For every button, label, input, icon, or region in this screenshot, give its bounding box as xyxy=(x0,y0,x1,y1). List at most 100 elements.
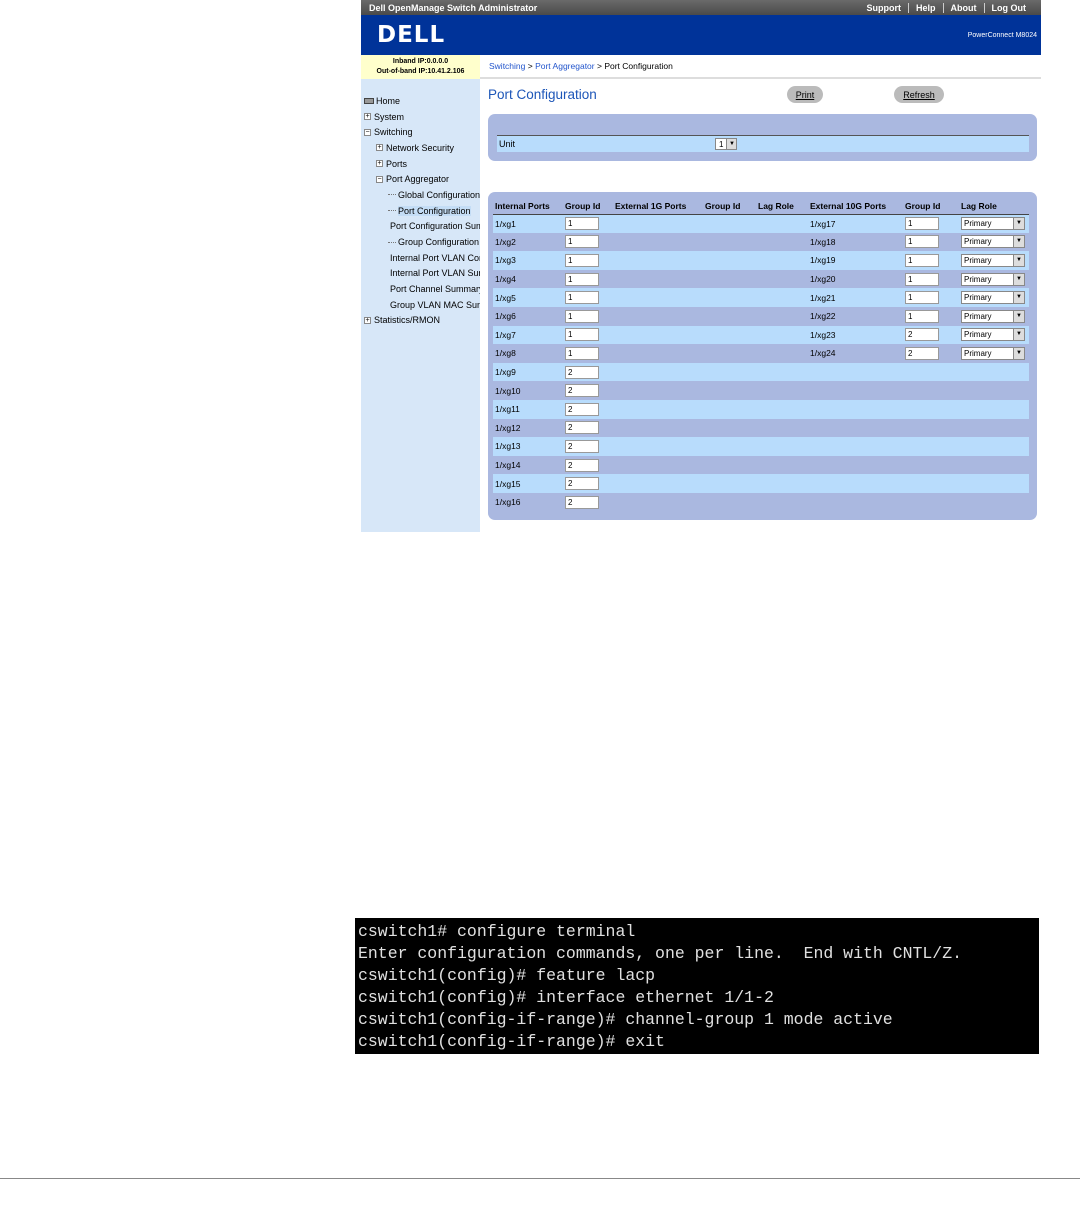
expand-icon[interactable]: + xyxy=(376,160,383,168)
group-id-input[interactable]: 2 xyxy=(565,458,599,472)
empty-cell xyxy=(613,399,703,419)
group-id-input[interactable]: 1 xyxy=(565,253,599,267)
unit-select[interactable]: 1 ▼ xyxy=(715,138,738,150)
group-id-input[interactable]: 1 xyxy=(565,291,599,305)
refresh-button[interactable]: Refresh xyxy=(894,86,944,103)
nav-item[interactable]: Port Configuration xyxy=(361,203,480,219)
empty-cell xyxy=(903,474,959,493)
lag-role-cell: Primary ▼ xyxy=(959,251,1029,270)
nav-item[interactable]: Home xyxy=(361,93,480,109)
empty-cell xyxy=(808,362,903,382)
lag-role-select[interactable]: Primary ▼ xyxy=(961,346,1025,360)
group-id-input[interactable]: 1 xyxy=(565,217,599,231)
group-id-input[interactable]: 2 xyxy=(565,477,599,491)
group-id-input[interactable]: 1 xyxy=(565,328,599,342)
nav-item[interactable]: Port Configuration Summary xyxy=(361,219,480,235)
table-row: 1/xg11 2 xyxy=(493,399,1029,419)
empty-cell xyxy=(903,399,959,419)
group-id-input[interactable]: 1 xyxy=(565,346,599,360)
expand-icon[interactable]: + xyxy=(376,144,383,152)
tree-line-icon xyxy=(388,210,396,212)
table-row: 1/xg13 2 xyxy=(493,437,1029,456)
group-id-input[interactable]: 1 xyxy=(565,309,599,323)
unit-value: 1 xyxy=(719,139,724,149)
group-id-input[interactable]: 1 xyxy=(905,309,939,323)
lag-role-select[interactable]: Primary ▼ xyxy=(961,328,1025,342)
nav-item[interactable]: Internal Port VLAN Configuration xyxy=(361,250,480,266)
group-id-cell: 1 xyxy=(903,232,959,252)
empty-cell xyxy=(613,288,703,307)
lag-role-cell: Primary ▼ xyxy=(959,306,1029,326)
breadcrumb-switching[interactable]: Switching xyxy=(489,61,525,71)
lag-role-value: Primary xyxy=(964,348,992,358)
lag-role-cell: Primary ▼ xyxy=(959,214,1029,233)
expand-icon[interactable]: + xyxy=(364,316,371,324)
nav-item[interactable]: Group Configuration xyxy=(361,234,480,250)
group-id-cell: 2 xyxy=(563,362,613,382)
column-header: Lag Role xyxy=(959,199,1029,215)
group-id-input[interactable]: 2 xyxy=(565,384,599,398)
lag-role-select[interactable]: Primary ▼ xyxy=(961,309,1025,323)
nav-item[interactable]: + System xyxy=(361,109,480,125)
group-id-cell: 2 xyxy=(903,325,959,345)
nav-item-label: Group Configuration xyxy=(398,237,480,248)
group-id-input[interactable]: 1 xyxy=(905,253,939,267)
empty-cell xyxy=(756,214,808,233)
group-id-input[interactable]: 2 xyxy=(905,328,939,342)
lag-role-cell: Primary ▼ xyxy=(959,269,1029,289)
external-port: 1/xg23 xyxy=(808,325,903,345)
group-id-input[interactable]: 2 xyxy=(565,495,599,509)
collapse-icon[interactable]: − xyxy=(364,128,371,136)
lag-role-select[interactable]: Primary ▼ xyxy=(961,272,1025,286)
group-id-cell: 2 xyxy=(563,437,613,456)
empty-cell xyxy=(959,418,1029,438)
help-link[interactable]: Help xyxy=(907,2,943,13)
group-id-input[interactable]: 2 xyxy=(905,346,939,360)
empty-cell xyxy=(756,269,808,289)
page-title: Port Configuration xyxy=(488,87,597,102)
group-id-input[interactable]: 2 xyxy=(565,421,599,435)
ip-info: Inband IP:0.0.0.0 Out-of-band IP:10.41.2… xyxy=(361,55,480,79)
collapse-icon[interactable]: − xyxy=(376,175,383,183)
nav-item[interactable]: + Ports xyxy=(361,156,480,172)
group-id-input[interactable]: 2 xyxy=(565,365,599,379)
group-id-input[interactable]: 1 xyxy=(565,272,599,286)
group-id-input[interactable]: 1 xyxy=(905,291,939,305)
internal-port: 1/xg6 xyxy=(493,306,563,326)
empty-cell xyxy=(613,232,703,252)
logout-link[interactable]: Log Out xyxy=(983,2,1033,13)
print-button[interactable]: Print xyxy=(787,86,823,103)
about-link[interactable]: About xyxy=(942,2,984,13)
nav-item[interactable]: Internal Port VLAN Summary xyxy=(361,266,480,282)
support-link[interactable]: Support xyxy=(859,3,908,13)
lag-role-select[interactable]: Primary ▼ xyxy=(961,291,1025,305)
group-id-input[interactable]: 1 xyxy=(905,217,939,231)
empty-cell xyxy=(756,306,808,326)
empty-cell xyxy=(756,288,808,307)
nav-item[interactable]: Group VLAN MAC Summary xyxy=(361,297,480,313)
group-id-input[interactable]: 2 xyxy=(565,439,599,453)
nav-item-label: Network Security xyxy=(386,142,455,153)
nav-item[interactable]: + Statistics/RMON xyxy=(361,313,480,329)
group-id-input[interactable]: 1 xyxy=(905,272,939,286)
external-port: 1/xg22 xyxy=(808,306,903,326)
nav-item[interactable]: Port Channel Summary xyxy=(361,281,480,297)
lag-role-select[interactable]: Primary ▼ xyxy=(961,253,1025,267)
breadcrumb-port-aggregator[interactable]: Port Aggregator xyxy=(535,61,595,71)
model-name: PowerConnect M8024 xyxy=(967,31,1037,39)
empty-cell xyxy=(703,362,756,382)
external-port: 1/xg19 xyxy=(808,251,903,270)
empty-cell xyxy=(808,455,903,475)
nav-item[interactable]: − Switching xyxy=(361,124,480,140)
nav-item[interactable]: Global Configuration xyxy=(361,187,480,203)
group-id-input[interactable]: 1 xyxy=(905,235,939,249)
table-row: 1/xg9 2 xyxy=(493,362,1029,382)
nav-item[interactable]: − Port Aggregator xyxy=(361,171,480,187)
nav-item[interactable]: + Network Security xyxy=(361,140,480,156)
internal-port: 1/xg9 xyxy=(493,362,563,382)
lag-role-select[interactable]: Primary ▼ xyxy=(961,235,1025,249)
group-id-input[interactable]: 1 xyxy=(565,235,599,249)
lag-role-select[interactable]: Primary ▼ xyxy=(961,217,1025,231)
expand-icon[interactable]: + xyxy=(364,113,371,121)
group-id-input[interactable]: 2 xyxy=(565,402,599,416)
